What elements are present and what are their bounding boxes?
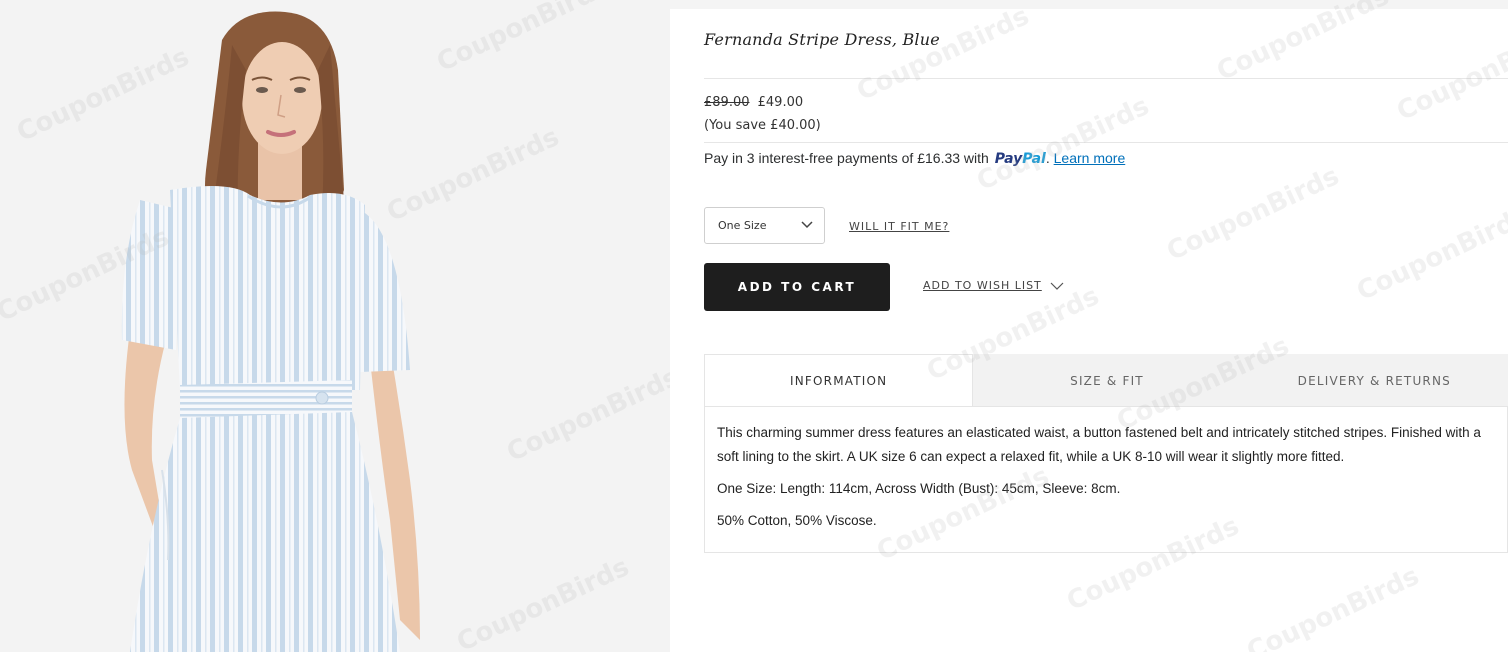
add-to-cart-button[interactable]: ADD TO CART [704,263,890,311]
divider [704,78,1508,79]
information-panel: This charming summer dress features an e… [704,406,1508,553]
model-photo [0,0,670,652]
description-text: This charming summer dress features an e… [717,425,1481,464]
savings-text: (You save £40.00) [704,118,821,133]
chevron-down-icon [801,221,813,229]
watermark: CouponBirds [1212,0,1394,87]
watermark: CouponBirds [1352,201,1508,307]
watermark: CouponBirds [852,1,1034,107]
learn-more-link[interactable]: Learn more [1054,150,1126,166]
product-details: Fernanda Stripe Dress, Blue £89.00 £49.0… [670,0,1508,652]
size-select-value: One Size [718,219,767,232]
paypal-installments: Pay in 3 interest-free payments of £16.3… [704,150,1125,167]
chevron-down-icon [1050,282,1064,290]
sale-price: £49.00 [757,95,804,110]
product-title: Fernanda Stripe Dress, Blue [704,30,940,49]
watermark: CouponBirds [1242,561,1424,652]
tab-delivery-returns[interactable]: DELIVERY & RETURNS [1240,354,1508,407]
price-block: £89.00 £49.00 [704,95,803,110]
watermark: CouponBirds [1392,21,1508,127]
wish-list-label: ADD TO WISH LIST [923,279,1042,292]
divider [704,142,1508,143]
fabric-composition: 50% Cotton, 50% Viscose. [717,513,877,528]
paypal-period: . [1045,150,1050,166]
tab-size-fit[interactable]: SIZE & FIT [973,354,1241,407]
paypal-text: Pay in 3 interest-free payments of £16.3… [704,150,989,166]
product-image[interactable]: CouponBirds CouponBirds CouponBirds Coup… [0,0,670,652]
paypal-logo: PayPal [994,151,1046,167]
size-select[interactable]: One Size [704,207,825,244]
tab-information[interactable]: INFORMATION [704,354,974,407]
size-measurements: One Size: Length: 114cm, Across Width (B… [717,481,1121,496]
watermark: CouponBirds [972,91,1154,197]
product-page: CouponBirds CouponBirds CouponBirds Coup… [0,0,1508,652]
watermark: CouponBirds [1162,161,1344,267]
product-tabs: INFORMATION SIZE & FIT DELIVERY & RETURN… [704,354,1508,407]
add-to-wish-list-button[interactable]: ADD TO WISH LIST [923,279,1064,292]
will-it-fit-link[interactable]: WILL IT FIT ME? [849,220,949,233]
old-price: £89.00 [704,95,750,110]
